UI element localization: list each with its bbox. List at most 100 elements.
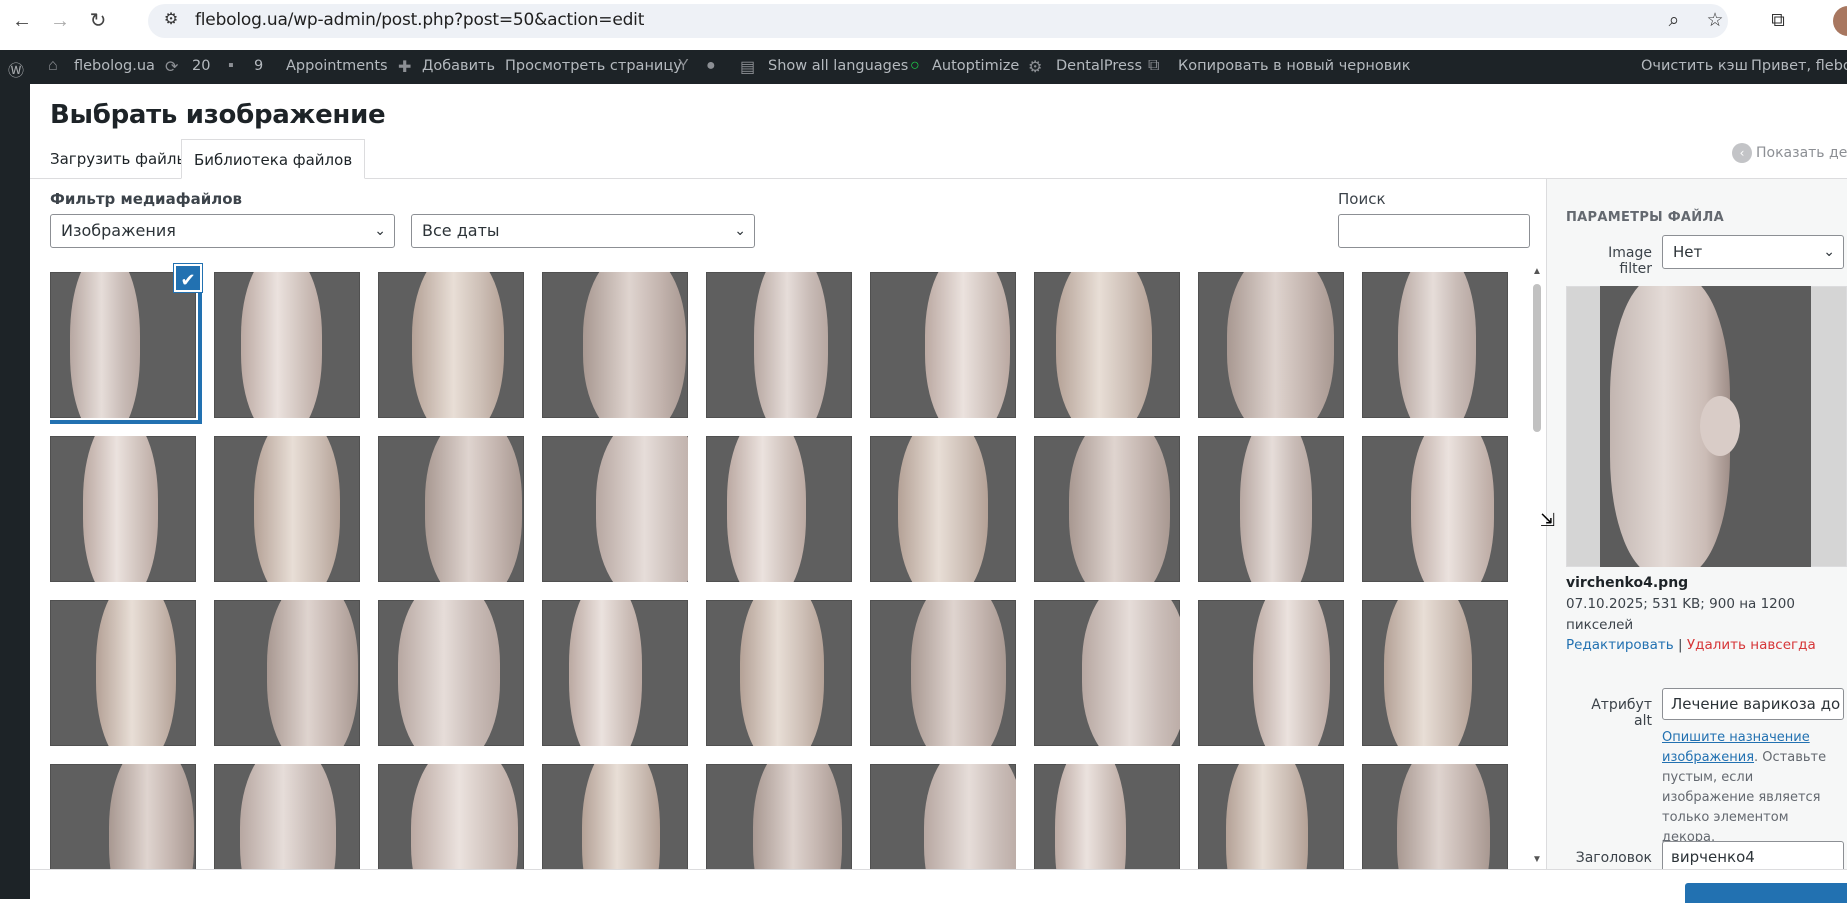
attachment-thumbnail[interactable] — [1362, 436, 1508, 582]
attachment-thumbnail[interactable] — [870, 764, 1016, 870]
leg-photo — [1240, 436, 1312, 582]
show-details-toggle[interactable]: ‹Показать дета — [1732, 143, 1847, 163]
tab-upload[interactable]: Загрузить файлы — [38, 139, 200, 179]
adminbar-dentalpress[interactable]: DentalPress — [1056, 58, 1142, 74]
leg-photo — [924, 764, 1016, 870]
filter-label: Фильтр медиафайлов — [50, 190, 242, 208]
leg-photo — [1227, 272, 1334, 418]
adminbar-site[interactable]: flebolog.ua — [74, 58, 155, 74]
autoptimize-status-icon: ○ — [910, 57, 920, 74]
leg-photo — [1226, 764, 1308, 870]
zoom-icon[interactable]: ⌕ — [1661, 8, 1687, 34]
reload-icon[interactable]: ↻ — [86, 9, 110, 33]
attachment-thumbnail[interactable] — [1362, 600, 1508, 746]
image-filter-select[interactable]: Нет ⌄ — [1662, 235, 1844, 269]
attachment-thumbnail[interactable] — [870, 272, 1016, 418]
leg-photo — [411, 764, 518, 870]
tab-library[interactable]: Библиотека файлов — [181, 139, 366, 179]
attachment-thumbnail[interactable] — [50, 436, 196, 582]
adminbar-copy-draft[interactable]: Копировать в новый черновик — [1178, 58, 1410, 74]
attachment-thumbnail[interactable] — [1198, 272, 1344, 418]
scroll-up-icon[interactable]: ▲ — [1532, 266, 1542, 277]
checkmark-icon[interactable]: ✔ — [174, 264, 202, 292]
forward-icon[interactable]: → — [48, 9, 72, 33]
attachment-thumbnail[interactable] — [706, 436, 852, 582]
leg-photo — [1253, 600, 1330, 746]
attachment-thumbnail[interactable] — [214, 436, 360, 582]
attachment-thumbnail[interactable] — [1362, 272, 1508, 418]
attachment-thumbnail[interactable] — [50, 764, 196, 870]
attachment-thumbnail[interactable] — [542, 600, 688, 746]
attachment-thumbnail[interactable] — [378, 272, 524, 418]
admin-menu-backdrop — [0, 84, 30, 899]
attachment-thumbnail[interactable] — [542, 764, 688, 870]
attachment-thumbnail[interactable] — [870, 436, 1016, 582]
attachment-thumbnail[interactable] — [1198, 764, 1344, 870]
attachment-thumbnail[interactable] — [214, 764, 360, 870]
adminbar-add-new[interactable]: Добавить — [422, 58, 495, 74]
date-select[interactable]: Все даты ⌄ — [411, 214, 755, 248]
bookmark-star-icon[interactable]: ☆ — [1702, 8, 1728, 34]
adminbar-appointments[interactable]: Appointments — [286, 58, 388, 74]
attachment-thumbnail[interactable] — [542, 272, 688, 418]
search-label: Поиск — [1338, 190, 1386, 208]
leg-photo — [1056, 272, 1152, 418]
attachment-thumbnail[interactable] — [1198, 600, 1344, 746]
adminbar-view-page[interactable]: Просмотреть страницу — [505, 58, 682, 74]
scroll-thumb[interactable] — [1533, 284, 1541, 432]
attachments-grid — [50, 272, 1512, 870]
attachment-thumbnail[interactable] — [1034, 272, 1180, 418]
extensions-icon[interactable]: ⧉ — [1765, 8, 1791, 34]
leg-photo — [241, 272, 322, 418]
attachment-thumbnail[interactable] — [50, 272, 202, 424]
attachment-thumbnail[interactable] — [870, 600, 1016, 746]
url-text[interactable]: flebolog.ua/wp-admin/post.php?post=50&ac… — [195, 10, 644, 30]
chevron-left-icon: ‹ — [1732, 143, 1752, 163]
attachment-thumbnail[interactable] — [706, 764, 852, 870]
delete-permanently-link[interactable]: Удалить навсегда — [1687, 637, 1816, 653]
adminbar-autoptimize[interactable]: Autoptimize — [932, 58, 1019, 74]
attachment-thumbnail[interactable] — [1034, 764, 1180, 870]
modal-title: Выбрать изображение — [50, 100, 386, 130]
attachment-thumbnail[interactable] — [706, 272, 852, 418]
media-type-select[interactable]: Изображения ⌄ — [50, 214, 395, 248]
attachment-thumbnail[interactable] — [378, 436, 524, 582]
profile-avatar[interactable] — [1833, 6, 1847, 36]
back-icon[interactable]: ← — [10, 9, 34, 33]
chevron-down-icon: ⌄ — [1823, 244, 1835, 260]
leg-photo — [569, 600, 642, 746]
leg-photo — [925, 272, 1010, 418]
site-settings-icon[interactable]: ⚙ — [160, 9, 182, 31]
edit-image-link[interactable]: Редактировать — [1566, 637, 1674, 653]
attachment-thumbnail[interactable] — [1362, 764, 1508, 870]
leg-photo — [425, 436, 522, 582]
attachment-thumbnail[interactable] — [378, 764, 524, 870]
chevron-down-icon: ⌄ — [374, 223, 386, 239]
alt-text-input[interactable]: Лечение варикоза до и п — [1662, 688, 1844, 720]
attachment-thumbnail[interactable] — [1034, 436, 1180, 582]
attachment-thumbnail[interactable] — [542, 436, 688, 582]
adminbar-comments[interactable]: 9 — [254, 58, 263, 74]
wordpress-logo-icon[interactable]: Ⓦ — [8, 57, 24, 81]
search-input[interactable] — [1338, 214, 1530, 248]
adminbar-clear-cache[interactable]: Очистить кэш — [1641, 58, 1748, 74]
attachment-meta-dimensions: пикселей — [1566, 617, 1634, 633]
leg-photo — [1411, 436, 1494, 582]
grid-scrollbar[interactable]: ▲ ▼ — [1530, 266, 1544, 866]
language-icon: ▤ — [740, 59, 756, 76]
attachment-thumbnail[interactable] — [378, 600, 524, 746]
attachment-thumbnail[interactable] — [1034, 600, 1180, 746]
attachment-thumbnail[interactable] — [214, 272, 360, 418]
leg-photo — [1384, 600, 1472, 746]
adminbar-updates[interactable]: 20 — [192, 58, 210, 74]
adminbar-greeting[interactable]: Привет, flebolog — [1751, 58, 1847, 74]
select-button[interactable] — [1685, 883, 1847, 903]
adminbar-languages[interactable]: Show all languages — [768, 58, 908, 74]
attachment-thumbnail[interactable] — [706, 600, 852, 746]
leg-photo — [583, 272, 686, 418]
attachment-thumbnail[interactable] — [214, 600, 360, 746]
attachment-thumbnail[interactable] — [1198, 436, 1344, 582]
scroll-down-icon[interactable]: ▼ — [1532, 854, 1542, 865]
yoast-icon[interactable]: Y — [678, 57, 689, 75]
attachment-thumbnail[interactable] — [50, 600, 196, 746]
